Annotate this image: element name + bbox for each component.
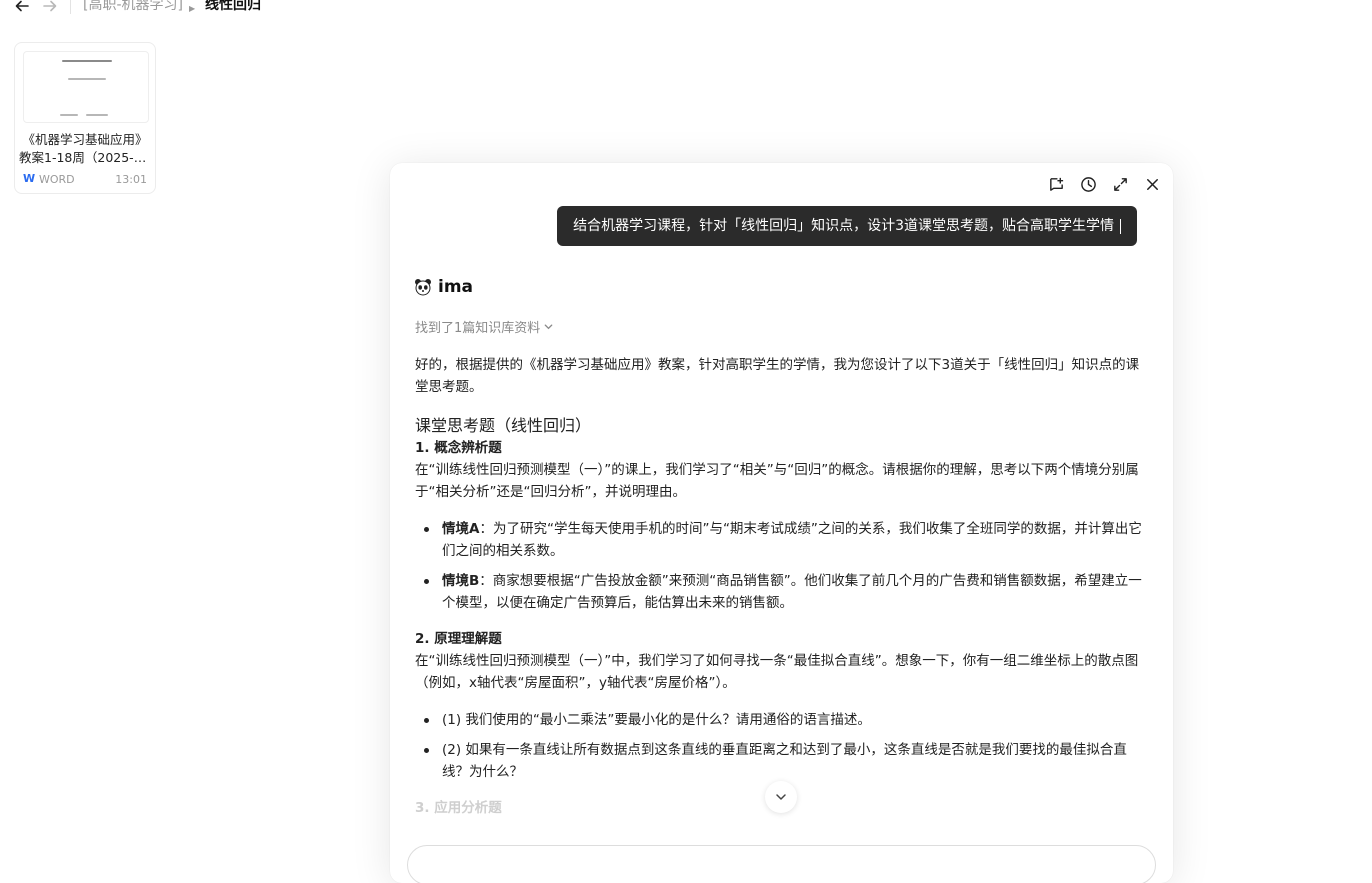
chat-input[interactable] — [407, 845, 1156, 883]
user-message-text: 结合机器学习课程，针对「线性回归」知识点，设计3道课堂思考题，贴合高职学生学情 — [573, 218, 1114, 234]
back-arrow-icon — [15, 0, 29, 12]
list-item: 情境A：为了研究“学生每天使用手机的时间”与“期末考试成绩”之间的关系，我们收集… — [415, 518, 1143, 562]
chevron-down-icon — [776, 794, 786, 800]
assistant-response: 好的，根据提供的《机器学习基础应用》教案，针对高职学生的学情，我为您设计了以下3… — [415, 354, 1143, 819]
user-message: 结合机器学习课程，针对「线性回归」知识点，设计3道课堂思考题，贴合高职学生学情 — [557, 206, 1137, 246]
response-section-title: 课堂思考题（线性回归） — [415, 416, 592, 435]
breadcrumb-current: 线性回归 — [205, 0, 261, 13]
question-1-title: 1. 概念辨析题 — [415, 440, 502, 456]
file-time: 13:01 — [115, 173, 147, 186]
knowledge-base-toggle[interactable]: 找到了1篇知识库资料 — [415, 317, 554, 336]
list-item: 情境B：商家想要根据“广告投放金额”来预测“商品销售额”。他们收集了前几个月的广… — [415, 570, 1143, 614]
close-icon — [1146, 178, 1158, 190]
history-icon — [1080, 176, 1096, 192]
forward-button[interactable] — [40, 0, 60, 16]
response-intro: 好的，根据提供的《机器学习基础应用》教案，针对高职学生的学情，我为您设计了以下3… — [415, 357, 1140, 395]
top-bar: [高职-机器学习] ▶ 线性回归 — [0, 0, 1372, 18]
list-item: (1) 我们使用的“最小二乘法”要最小化的是什么？请用通俗的语言描述。 — [415, 709, 1143, 731]
add-note-button[interactable] — [1045, 173, 1067, 195]
question-1-bullets: 情境A：为了研究“学生每天使用手机的时间”与“期末考试成绩”之间的关系，我们收集… — [415, 518, 1143, 614]
question-2-body: 在“训练线性回归预测模型（一）”中，我们学习了如何寻找一条“最佳拟合直线”。想象… — [415, 653, 1139, 691]
file-title: 《机器学习基础应用》 教案1-18周（2025-2... — [19, 131, 151, 167]
text-cursor — [1120, 218, 1121, 234]
file-thumbnail — [23, 51, 149, 123]
add-note-icon — [1049, 177, 1063, 191]
bullet-label: 情境A — [442, 521, 480, 537]
expand-button[interactable] — [1109, 173, 1131, 195]
question-2-title: 2. 原理理解题 — [415, 631, 502, 647]
forward-arrow-icon — [43, 0, 57, 12]
chat-panel: 结合机器学习课程，针对「线性回归」知识点，设计3道课堂思考题，贴合高职学生学情 … — [390, 163, 1173, 883]
close-button[interactable] — [1141, 173, 1163, 195]
bullet-label: 情境B — [442, 573, 480, 589]
question-1-body: 在“训练线性回归预测模型（一）”的课上，我们学习了“相关”与“回归”的概念。请根… — [415, 462, 1139, 500]
file-card[interactable]: 《机器学习基础应用》 教案1-18周（2025-2... W WORD 13:0… — [14, 42, 156, 194]
file-meta: W WORD 13:01 — [23, 172, 147, 188]
panel-toolbar — [1045, 173, 1163, 195]
chevron-down-icon — [544, 324, 553, 330]
knowledge-base-label: 找到了1篇知识库资料 — [415, 321, 541, 336]
panda-icon — [415, 279, 431, 296]
history-button[interactable] — [1077, 173, 1099, 195]
breadcrumb-separator-icon: ▶ — [189, 4, 196, 13]
assistant-name: ima — [438, 277, 474, 297]
toolbar-divider — [70, 0, 71, 14]
list-item: (2) 如果有一条直线让所有数据点到这条直线的垂直距离之和达到了最小，这条直线是… — [415, 739, 1143, 783]
question-2-bullets: (1) 我们使用的“最小二乘法”要最小化的是什么？请用通俗的语言描述。 (2) … — [415, 709, 1143, 783]
back-button[interactable] — [12, 0, 32, 16]
expand-icon — [1113, 177, 1127, 191]
bullet-text: ：为了研究“学生每天使用手机的时间”与“期末考试成绩”之间的关系，我们收集了全班… — [442, 521, 1142, 559]
bullet-text: ：商家想要根据“广告投放金额”来预测“商品销售额”。他们收集了前几个月的广告费和… — [442, 573, 1142, 611]
file-title-line2: 教案1-18周（2025-2... — [19, 150, 151, 165]
file-type: WORD — [39, 173, 75, 186]
scroll-down-button[interactable] — [765, 781, 797, 813]
word-icon: W — [23, 172, 36, 185]
breadcrumb-parent[interactable]: [高职-机器学习] — [83, 0, 183, 14]
assistant-header: ima — [414, 276, 473, 298]
file-title-line1: 《机器学习基础应用》 — [22, 132, 148, 147]
